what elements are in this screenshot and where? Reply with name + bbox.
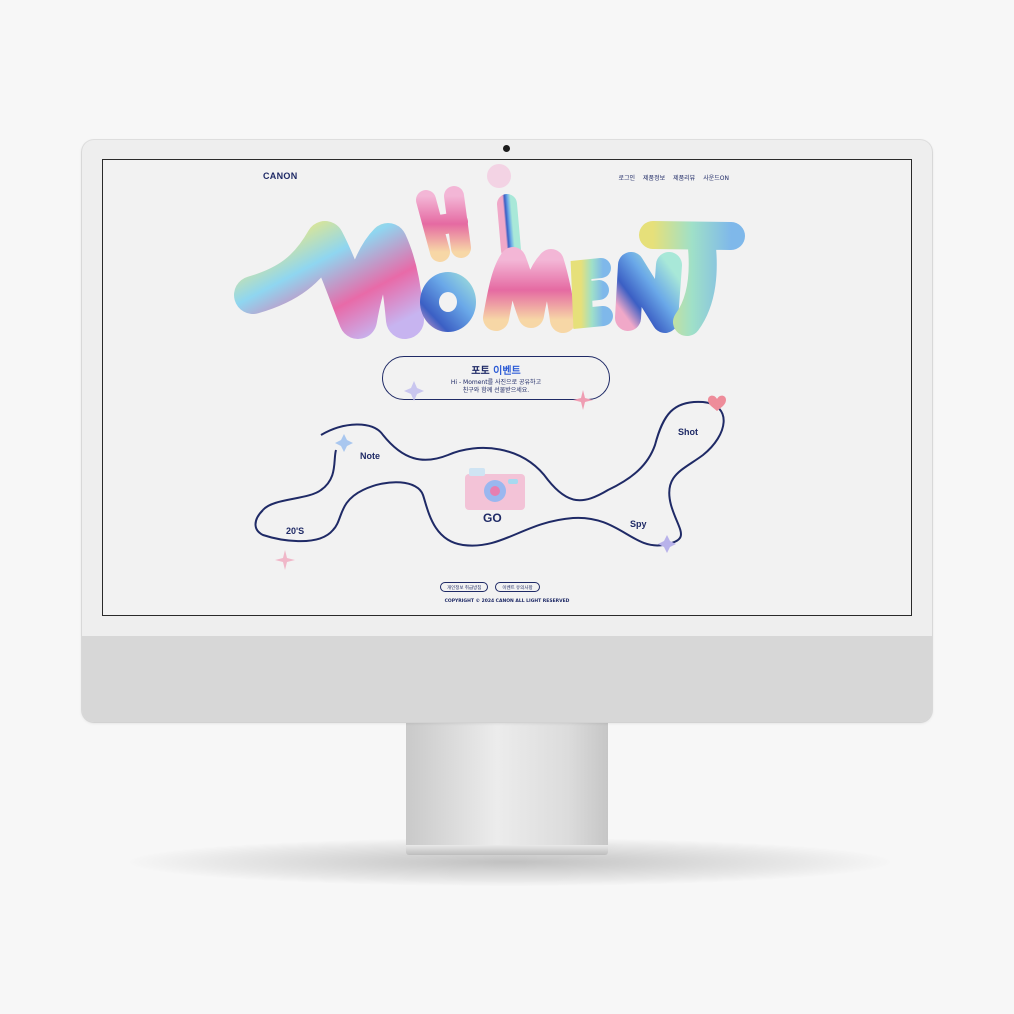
path-stop-shot[interactable]: Shot bbox=[678, 427, 698, 437]
sparkle-icon bbox=[658, 535, 676, 553]
path-stop-spy[interactable]: Spy bbox=[630, 519, 647, 529]
winding-path-line-2 bbox=[262, 449, 337, 511]
event-notice-button[interactable]: 이벤트 유의사항 bbox=[495, 582, 540, 592]
webcam-dot bbox=[503, 145, 510, 152]
path-stop-twenties[interactable]: 20'S bbox=[286, 526, 304, 536]
camera-icon bbox=[465, 468, 525, 510]
copyright-text: COPYRIGHT © 2024 CANON ALL LIGHT RESERVE… bbox=[444, 599, 570, 604]
footer-buttons: 개인정보 취급방침 이벤트 유의사항 bbox=[440, 582, 540, 592]
sparkle-icon bbox=[335, 434, 353, 452]
heart-icon bbox=[707, 395, 727, 411]
sparkle-icon bbox=[275, 550, 295, 570]
path-stop-note[interactable]: Note bbox=[360, 451, 380, 461]
privacy-policy-button[interactable]: 개인정보 취급방침 bbox=[440, 582, 489, 592]
monitor: CANON 로그인 제품정보 제품리뷰 사운드ON 포토 이벤트 Hi - Mo… bbox=[82, 140, 932, 722]
sparkle-icon bbox=[404, 381, 424, 401]
monitor-stand-foot bbox=[406, 845, 608, 855]
monitor-stand bbox=[406, 722, 608, 848]
go-button[interactable]: GO bbox=[483, 511, 502, 525]
monitor-chin bbox=[82, 636, 932, 722]
sparkle-icon bbox=[573, 390, 593, 410]
winding-path-map bbox=[254, 381, 727, 570]
screen: CANON 로그인 제품정보 제품리뷰 사운드ON 포토 이벤트 Hi - Mo… bbox=[102, 159, 912, 616]
